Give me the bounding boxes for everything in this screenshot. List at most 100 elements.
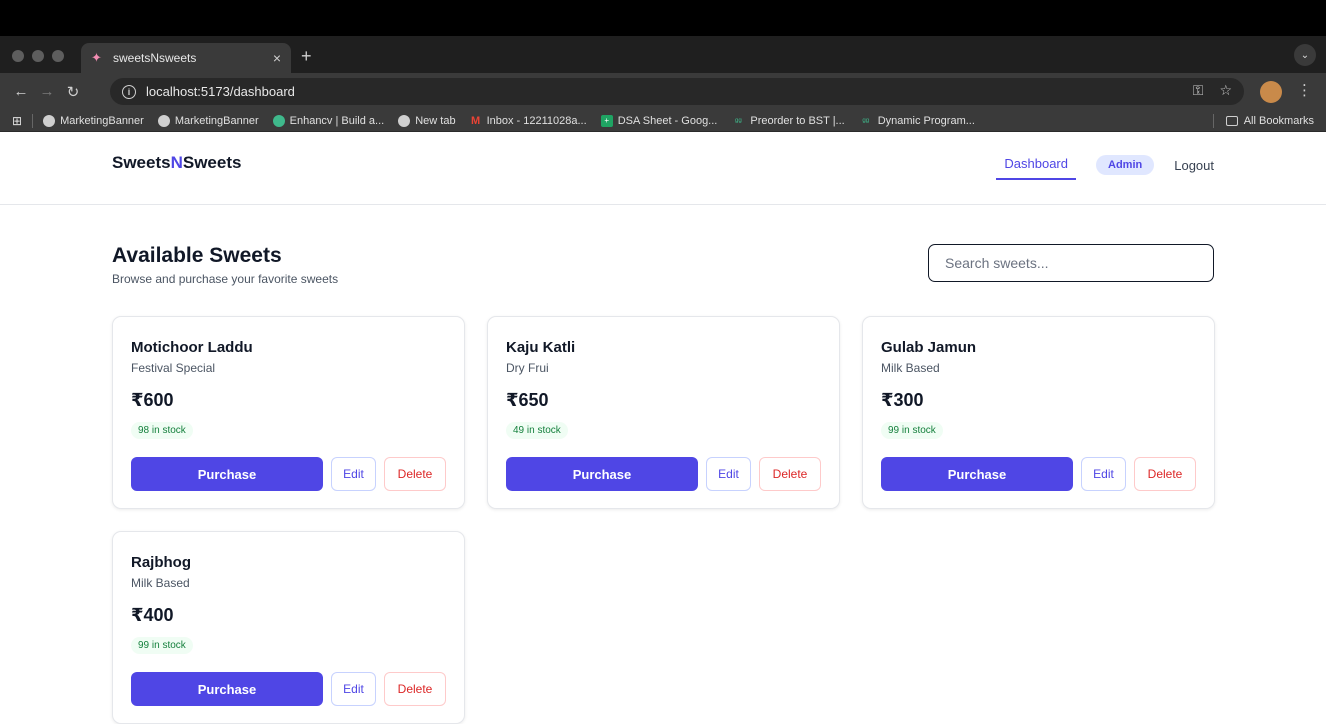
brand-text: Sweets <box>112 153 171 172</box>
bookmark-item[interactable]: ᵍᵍ Preorder to BST |... <box>731 114 845 127</box>
globe-icon <box>398 114 411 127</box>
back-icon[interactable]: ← <box>8 83 34 100</box>
card-actions: Purchase Edit Delete <box>131 457 446 491</box>
bookmark-item[interactable]: M Inbox - 12211028a... <box>470 115 587 127</box>
purchase-button[interactable]: Purchase <box>881 457 1073 491</box>
key-icon[interactable]: ⚿ <box>1193 82 1204 99</box>
sweet-name: Kaju Katli <box>506 339 576 356</box>
sweet-price: ₹300 <box>881 390 924 410</box>
nav-dashboard-link[interactable]: Dashboard <box>996 156 1076 180</box>
delete-button[interactable]: Delete <box>384 672 446 706</box>
divider <box>1212 114 1214 128</box>
star-icon[interactable]: ☆ <box>1219 82 1232 99</box>
logout-button[interactable]: Logout <box>1174 158 1214 173</box>
folder-icon <box>1225 116 1238 126</box>
sweet-name: Gulab Jamun <box>881 339 977 356</box>
apps-grid-icon[interactable]: ⊞ <box>12 114 22 128</box>
sweet-price: ₹400 <box>131 605 174 625</box>
sweet-card: Gulab Jamun Milk Based ₹300 99 in stock … <box>862 316 1215 509</box>
all-bookmarks-button[interactable]: All Bookmarks <box>1212 114 1314 128</box>
bookmark-label: Preorder to BST |... <box>750 114 845 127</box>
reload-icon[interactable]: ↻ <box>60 83 86 101</box>
sweet-card: Motichoor Laddu Festival Special ₹600 98… <box>112 316 465 509</box>
bookmarks-bar: ⊞ MarketingBanner MarketingBanner Enhanc… <box>0 110 1326 132</box>
divider <box>32 113 34 128</box>
bookmark-label: Inbox - 12211028a... <box>486 114 587 127</box>
sweet-price: ₹650 <box>506 390 549 410</box>
globe-icon <box>157 114 170 127</box>
bookmark-label: MarketingBanner <box>60 114 144 127</box>
all-bookmarks-label: All Bookmarks <box>1243 115 1314 127</box>
window-controls <box>12 50 64 62</box>
bookmark-label: DSA Sheet - Goog... <box>617 114 718 127</box>
purchase-button[interactable]: Purchase <box>506 457 698 491</box>
window-top-bar <box>0 0 1326 36</box>
bookmark-item[interactable]: ᵍᵍ Dynamic Program... <box>859 115 975 127</box>
gfg-icon: ᵍᵍ <box>734 115 742 126</box>
delete-button[interactable]: Delete <box>1134 457 1196 491</box>
edit-button[interactable]: Edit <box>331 457 376 491</box>
bookmark-item[interactable]: + DSA Sheet - Goog... <box>600 114 718 127</box>
sweet-card: Rajbhog Milk Based ₹400 99 in stock Purc… <box>112 531 465 724</box>
forward-icon[interactable]: → <box>34 83 60 100</box>
address-bar-row: ← → ↻ i localhost:5173/dashboard ⚿ ☆ ⋮ <box>0 73 1326 110</box>
browser-tab[interactable]: ✦ sweetsNsweets × <box>81 43 291 73</box>
bookmark-label: Dynamic Program... <box>877 114 975 127</box>
brand-logo[interactable]: SweetsNSweets <box>112 153 241 173</box>
url-text: localhost:5173/dashboard <box>146 84 295 99</box>
stock-badge: 99 in stock <box>881 422 943 439</box>
stock-badge: 49 in stock <box>506 422 568 439</box>
bookmark-item[interactable]: MarketingBanner <box>43 114 144 127</box>
profile-avatar[interactable] <box>1260 81 1282 103</box>
page-subtitle: Browse and purchase your favorite sweets <box>112 272 339 286</box>
sweet-name: Rajbhog <box>131 554 191 571</box>
page-title: Available Sweets <box>112 244 282 267</box>
bookmark-item[interactable]: MarketingBanner <box>157 114 259 127</box>
bookmark-label: MarketingBanner <box>174 114 259 127</box>
search-input[interactable] <box>928 244 1214 282</box>
bookmark-label: New tab <box>415 114 456 127</box>
sweet-category: Festival Special <box>131 361 216 375</box>
delete-button[interactable]: Delete <box>384 457 446 491</box>
nav-links: Dashboard Admin Logout <box>996 150 1214 180</box>
brand-text: Sweets <box>182 153 242 172</box>
stock-badge: 98 in stock <box>131 422 193 439</box>
card-actions: Purchase Edit Delete <box>881 457 1196 491</box>
purchase-button[interactable]: Purchase <box>131 457 323 491</box>
delete-button[interactable]: Delete <box>759 457 821 491</box>
card-actions: Purchase Edit Delete <box>131 672 446 706</box>
app-navbar: SweetsNSweets Dashboard Admin Logout <box>0 132 1326 205</box>
globe-icon <box>43 114 56 127</box>
kebab-menu-icon[interactable]: ⋮ <box>1297 81 1312 99</box>
close-tab-icon[interactable]: × <box>273 50 281 66</box>
maximize-window-button[interactable] <box>52 50 64 62</box>
gmail-icon: M <box>470 114 481 127</box>
sweet-name: Motichoor Laddu <box>131 339 253 356</box>
admin-badge: Admin <box>1096 155 1155 175</box>
tab-strip: ✦ sweetsNsweets × + ⌄ <box>0 36 1326 73</box>
tab-search-icon[interactable]: ⌄ <box>1294 44 1316 66</box>
edit-button[interactable]: Edit <box>706 457 751 491</box>
sweet-price: ₹600 <box>131 390 174 410</box>
sweet-category: Milk Based <box>881 361 940 375</box>
close-window-button[interactable] <box>12 50 24 62</box>
enhancv-icon <box>272 114 285 127</box>
bookmark-item[interactable]: Enhancv | Build a... <box>272 114 384 127</box>
candy-icon: ✦ <box>91 50 102 65</box>
sweet-category: Dry Frui <box>506 361 549 375</box>
card-actions: Purchase Edit Delete <box>506 457 821 491</box>
tab-title: sweetsNsweets <box>113 51 197 65</box>
new-tab-button[interactable]: + <box>301 46 312 67</box>
site-info-icon[interactable]: i <box>122 84 136 99</box>
bookmark-item[interactable]: New tab <box>398 114 456 127</box>
page-header: Available Sweets Browse and purchase you… <box>112 244 338 286</box>
edit-button[interactable]: Edit <box>331 672 376 706</box>
sheets-icon: + <box>600 114 613 127</box>
purchase-button[interactable]: Purchase <box>131 672 323 706</box>
sweet-category: Milk Based <box>131 576 190 590</box>
brand-accent: N <box>170 153 183 172</box>
url-bar[interactable]: i localhost:5173/dashboard ⚿ ☆ <box>110 78 1244 105</box>
edit-button[interactable]: Edit <box>1081 457 1126 491</box>
minimize-window-button[interactable] <box>32 50 44 62</box>
stock-badge: 99 in stock <box>131 637 193 654</box>
